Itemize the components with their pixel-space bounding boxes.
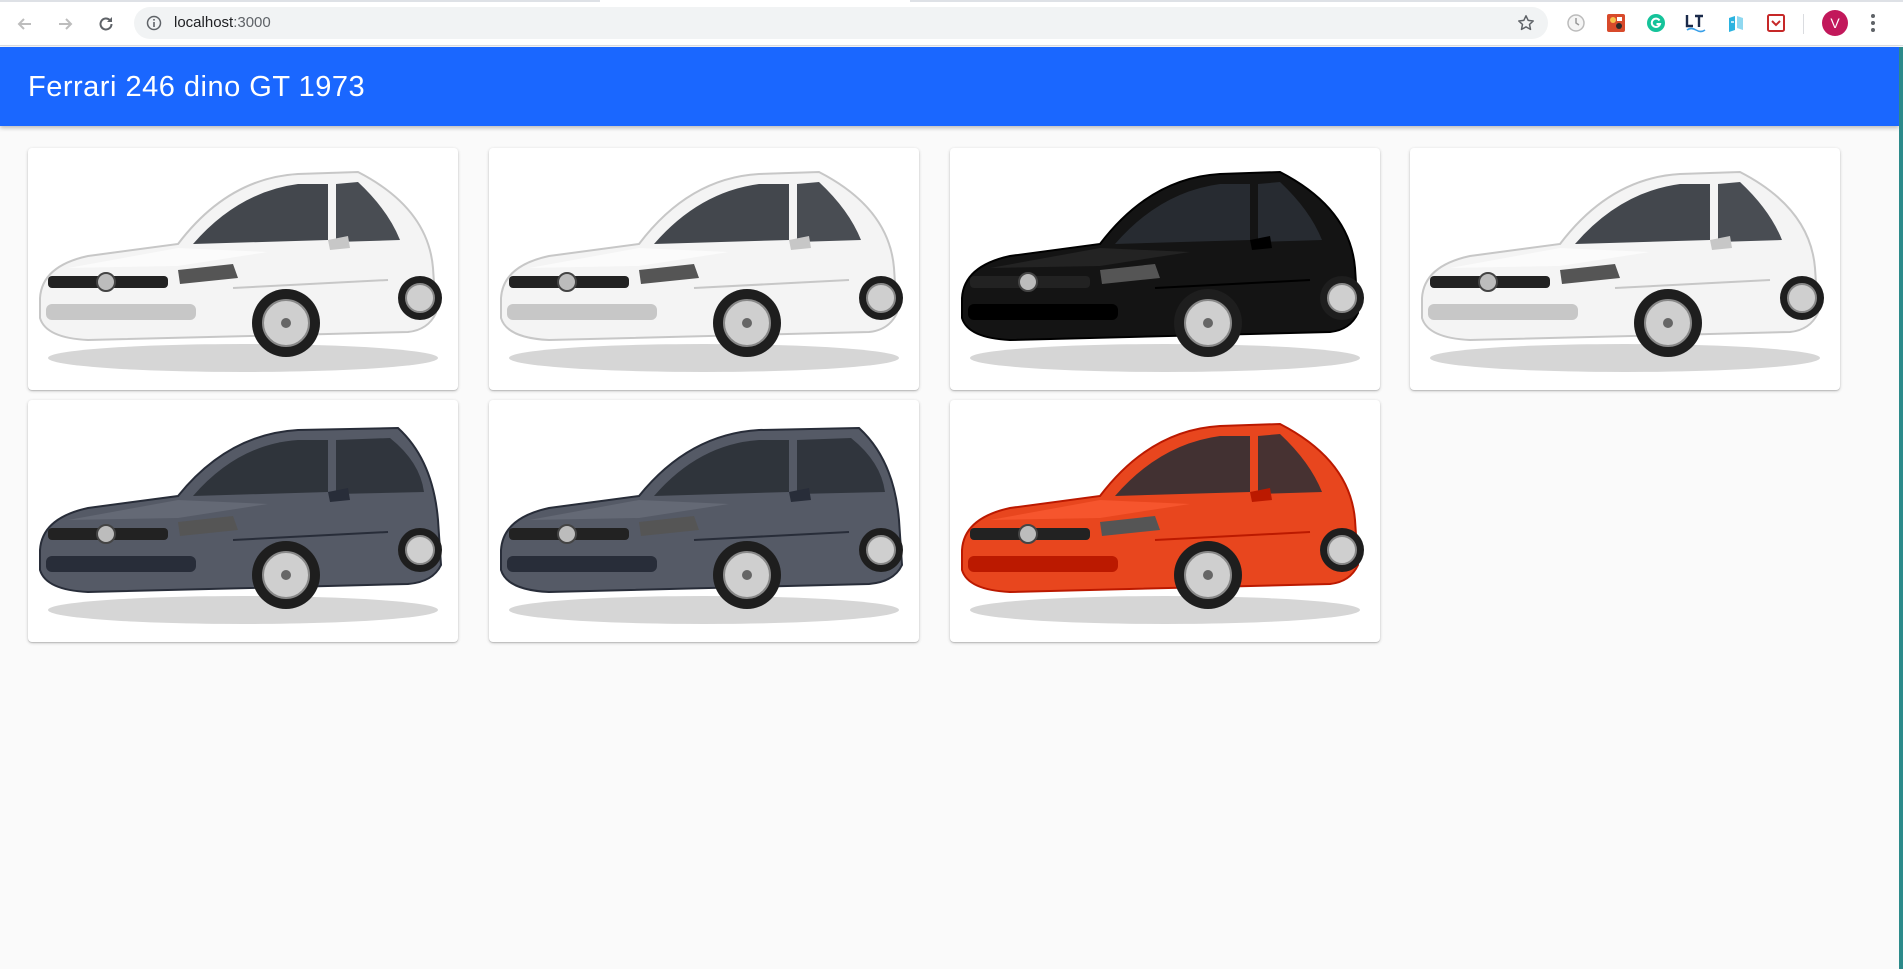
address-bar[interactable]: localhost:3000 — [134, 7, 1548, 39]
car-card-1[interactable] — [28, 148, 458, 390]
car-card-2[interactable] — [489, 148, 919, 390]
clock-extension-icon — [1567, 14, 1585, 32]
car-card-4[interactable] — [1410, 148, 1840, 390]
translate-extension-icon — [1729, 16, 1743, 32]
translate-extension-button[interactable] — [1725, 12, 1747, 34]
profile-initial: V — [1830, 15, 1840, 31]
grammarly-button[interactable] — [1645, 12, 1667, 34]
car-image — [500, 426, 904, 624]
arrow-left-icon — [17, 18, 31, 30]
reload-icon — [99, 17, 113, 31]
tab-strip — [0, 0, 1903, 2]
profile-avatar[interactable]: V — [1822, 10, 1848, 36]
browser-toolbar: localhost:3000 V — [0, 0, 1903, 46]
car-card-7[interactable] — [950, 400, 1380, 642]
url-port: :3000 — [233, 14, 271, 31]
car-image — [961, 170, 1364, 372]
puzzle-extension-icon — [1607, 14, 1625, 32]
car-image — [39, 170, 442, 372]
car-card-6[interactable] — [489, 400, 919, 642]
car-image — [961, 422, 1364, 624]
back-button[interactable] — [13, 12, 37, 36]
info-icon[interactable] — [146, 15, 162, 31]
app-bar: Ferrari 246 dino GT 1973 — [0, 47, 1899, 126]
url-host: localhost — [174, 14, 234, 31]
forward-button[interactable] — [53, 12, 77, 36]
page-title: Ferrari 246 dino GT 1973 — [28, 71, 366, 103]
window-edge — [1899, 47, 1903, 969]
puzzle-extension-button[interactable] — [1605, 12, 1627, 34]
car-card-3[interactable] — [950, 148, 1380, 390]
grammarly-icon — [1647, 14, 1665, 32]
browser-menu-button[interactable] — [1868, 12, 1878, 34]
lt-extension-button[interactable] — [1685, 12, 1707, 34]
clock-extension-button[interactable] — [1565, 12, 1587, 34]
url-text[interactable]: localhost:3000 — [174, 14, 271, 32]
bookmark-star-icon[interactable] — [1517, 14, 1535, 32]
pocket-button[interactable] — [1765, 12, 1787, 34]
lt-extension-icon — [1685, 14, 1706, 33]
toolbar-separator — [1803, 14, 1804, 34]
car-image — [500, 170, 903, 372]
car-image — [39, 426, 443, 624]
arrow-right-icon — [59, 18, 73, 30]
car-image — [1421, 170, 1824, 372]
reload-button[interactable] — [94, 12, 118, 36]
car-card-5[interactable] — [28, 400, 458, 642]
pocket-icon — [1767, 14, 1785, 32]
